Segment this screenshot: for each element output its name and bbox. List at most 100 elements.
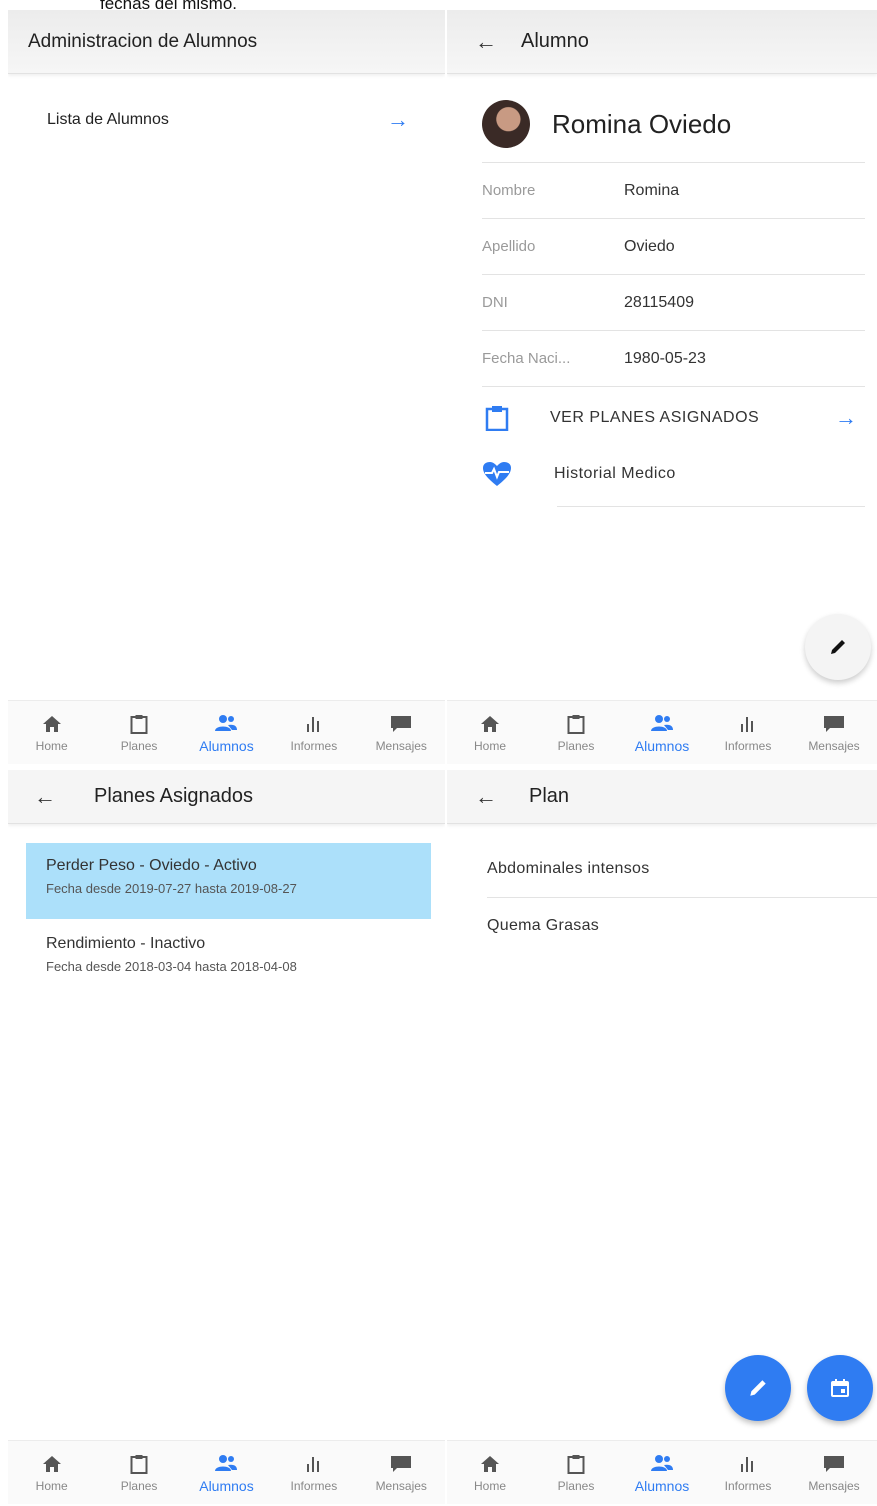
nav-mensajes[interactable]: Mensajes xyxy=(361,713,441,753)
nav-informes[interactable]: Informes xyxy=(274,713,354,753)
screen-admin-alumnos: Administracion de Alumnos Lista de Alumn… xyxy=(8,10,445,770)
student-name: Romina Oviedo xyxy=(552,108,732,139)
nav-informes[interactable]: Informes xyxy=(708,1453,788,1493)
chat-icon xyxy=(822,713,846,735)
nav-planes-label: Planes xyxy=(557,1478,595,1493)
nav-alumnos-label: Alumnos xyxy=(199,737,254,754)
chat-icon xyxy=(389,713,413,735)
students-icon xyxy=(214,1452,238,1474)
bar-chart-icon xyxy=(736,713,760,735)
nav-mensajes-label: Mensajes xyxy=(808,1478,860,1493)
plan-dates: Fecha desde 2019-07-27 hasta 2019-08-27 xyxy=(46,881,297,896)
bottom-navigation: Home Planes Alumnos Informes Mensajes xyxy=(8,700,445,764)
field-label: DNI xyxy=(482,294,508,311)
chat-icon xyxy=(822,1453,846,1475)
screen-plan: ← Plan Abdominales intensos Quema Grasas… xyxy=(447,770,877,1506)
nav-planes[interactable]: Planes xyxy=(99,713,179,753)
nav-home-label: Home xyxy=(473,738,506,753)
nav-planes[interactable]: Planes xyxy=(536,1453,616,1493)
calendar-icon xyxy=(831,1379,849,1397)
list-alumnos-item[interactable]: Lista de Alumnos → xyxy=(8,100,445,140)
plan-title: Rendimiento - Inactivo xyxy=(46,935,206,952)
calendar-fab[interactable] xyxy=(807,1355,873,1421)
nav-informes-label: Informes xyxy=(724,1478,772,1493)
nav-informes-label: Informes xyxy=(290,738,338,753)
field-label: Apellido xyxy=(482,238,536,255)
nav-informes[interactable]: Informes xyxy=(274,1453,354,1493)
historial-medico-button[interactable]: Historial Medico xyxy=(482,446,857,502)
home-icon xyxy=(478,713,502,735)
home-icon xyxy=(40,1453,64,1475)
nav-mensajes[interactable]: Mensajes xyxy=(361,1453,441,1493)
heart-pulse-icon xyxy=(482,461,512,487)
clipboard-icon xyxy=(127,713,151,735)
nav-alumnos[interactable]: Alumnos xyxy=(186,1452,266,1494)
avatar xyxy=(482,100,530,148)
arrow-right-icon: → xyxy=(835,405,857,430)
nav-mensajes-label: Mensajes xyxy=(808,738,860,753)
nav-planes-label: Planes xyxy=(120,1478,158,1493)
student-header: Romina Oviedo xyxy=(482,100,731,148)
nav-informes-label: Informes xyxy=(290,1478,338,1493)
exercise-label: Quema Grasas xyxy=(487,917,600,934)
pencil-icon xyxy=(750,1380,766,1396)
nav-home[interactable]: Home xyxy=(450,713,530,753)
nav-planes-label: Planes xyxy=(120,738,158,753)
clipboard-icon xyxy=(564,713,588,735)
nav-alumnos-label: Alumnos xyxy=(634,737,690,754)
edit-fab[interactable] xyxy=(725,1355,791,1421)
nav-home-label: Home xyxy=(473,1478,506,1493)
clipboard-icon xyxy=(127,1453,151,1475)
back-arrow-icon[interactable]: ← xyxy=(471,784,501,810)
nav-home[interactable]: Home xyxy=(450,1453,530,1493)
back-arrow-icon[interactable]: ← xyxy=(30,784,60,810)
app-bar-title: Alumno xyxy=(521,30,589,52)
nav-planes[interactable]: Planes xyxy=(99,1453,179,1493)
nav-mensajes-label: Mensajes xyxy=(375,738,427,753)
field-dni: DNI 28115409 xyxy=(482,274,865,330)
students-icon xyxy=(650,1452,674,1474)
nav-home-label: Home xyxy=(35,738,68,753)
exercise-item[interactable]: Abdominales intensos xyxy=(487,841,877,897)
app-bar: ← Alumno xyxy=(447,10,877,74)
nav-home[interactable]: Home xyxy=(12,713,92,753)
screen-planes-asignados: ← Planes Asignados Perder Peso - Oviedo … xyxy=(8,770,445,1506)
app-bar-title: Plan xyxy=(529,785,570,807)
edit-fab[interactable] xyxy=(805,614,871,680)
field-value: Oviedo xyxy=(624,237,675,255)
nav-home[interactable]: Home xyxy=(12,1453,92,1493)
clipboard-icon xyxy=(482,405,512,431)
clipboard-icon xyxy=(564,1453,588,1475)
divider xyxy=(557,506,865,507)
plan-item[interactable]: Rendimiento - Inactivo Fecha desde 2018-… xyxy=(26,921,431,997)
plan-title: Perder Peso - Oviedo - Activo xyxy=(46,857,257,874)
field-value: 1980-05-23 xyxy=(624,349,706,367)
plan-item[interactable]: Perder Peso - Oviedo - Activo Fecha desd… xyxy=(26,843,431,919)
home-icon xyxy=(478,1453,502,1475)
nav-alumnos[interactable]: Alumnos xyxy=(186,712,266,754)
nav-mensajes-label: Mensajes xyxy=(375,1478,427,1493)
nav-home-label: Home xyxy=(35,1478,68,1493)
nav-alumnos[interactable]: Alumnos xyxy=(622,712,702,754)
nav-alumnos[interactable]: Alumnos xyxy=(622,1452,702,1494)
students-icon xyxy=(214,712,238,734)
nav-mensajes[interactable]: Mensajes xyxy=(794,713,874,753)
bottom-navigation: Home Planes Alumnos Informes Mensajes xyxy=(447,700,877,764)
bar-chart-icon xyxy=(736,1453,760,1475)
field-fecha-nacimiento: Fecha Naci... 1980-05-23 xyxy=(482,330,865,386)
nav-informes-label: Informes xyxy=(724,738,772,753)
bottom-navigation: Home Planes Alumnos Informes Mensajes xyxy=(447,1440,877,1504)
plan-dates: Fecha desde 2018-03-04 hasta 2018-04-08 xyxy=(46,959,297,974)
home-icon xyxy=(40,713,64,735)
chat-icon xyxy=(389,1453,413,1475)
nav-planes[interactable]: Planes xyxy=(536,713,616,753)
arrow-right-icon: → xyxy=(387,107,409,132)
nav-informes[interactable]: Informes xyxy=(708,713,788,753)
nav-mensajes[interactable]: Mensajes xyxy=(794,1453,874,1493)
students-icon xyxy=(650,712,674,734)
field-nombre: Nombre Romina xyxy=(482,162,865,218)
ver-planes-asignados-button[interactable]: VER PLANES ASIGNADOS → xyxy=(482,390,857,446)
field-label: Nombre xyxy=(482,182,536,199)
exercise-item[interactable]: Quema Grasas xyxy=(487,898,877,954)
back-arrow-icon[interactable]: ← xyxy=(471,29,501,55)
